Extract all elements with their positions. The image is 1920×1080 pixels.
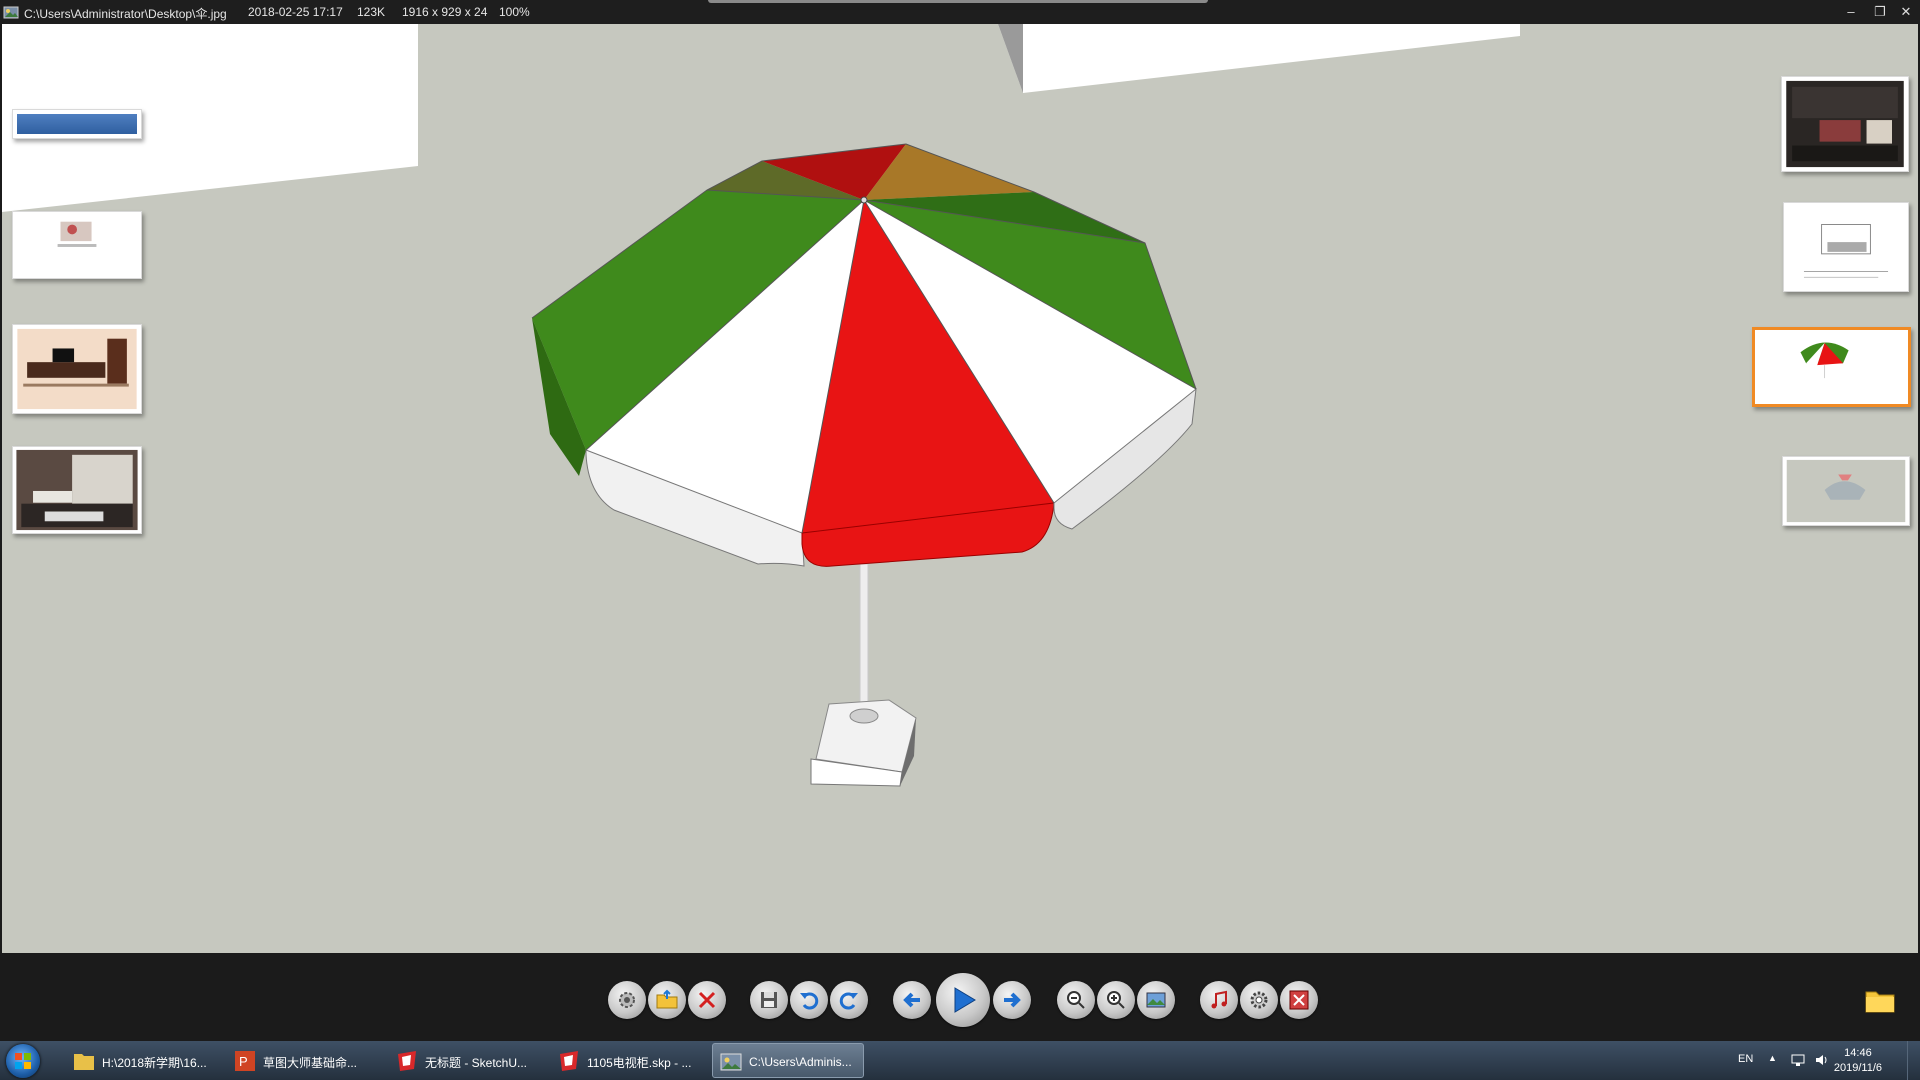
start-button[interactable] [6,1044,40,1078]
zoom-level: 100% [499,5,530,19]
next-arrow-icon [1004,992,1021,1008]
show-desktop-button[interactable] [1907,1041,1920,1080]
save-button[interactable] [750,981,788,1019]
image-icon [1146,992,1166,1008]
taskbar-item-sketchup-tv-cabinet[interactable]: 1105电视柜.skp - ... [551,1043,703,1078]
music-button[interactable] [1200,981,1238,1019]
file-date: 2018-02-25 17:17 [248,5,343,19]
network-icon[interactable] [1790,1053,1806,1067]
clock-time: 14:46 [1844,1047,1872,1059]
fullscreen-icon [1289,990,1309,1010]
previous-arrow-icon [903,992,920,1008]
delete-button[interactable] [688,981,726,1019]
folder-icon [74,1054,94,1070]
sketchup-icon [398,1051,416,1071]
folder-icon[interactable] [1864,986,1896,1014]
file-path: C:\Users\Administrator\Desktop\伞.jpg [24,7,227,21]
play-icon [954,987,976,1013]
fullscreen-button[interactable] [1280,981,1318,1019]
clock-date: 2019/11/6 [1833,1062,1882,1074]
powerpoint-icon: P [235,1051,255,1071]
title-bar: C:\Users\Administrator\Desktop\伞.jpg 201… [0,0,1920,24]
svg-text:P: P [239,1054,248,1069]
file-size: 123K [357,5,386,19]
zoom-out-icon [1067,991,1085,1009]
settings-icon [619,992,635,1008]
music-icon [1211,990,1227,1009]
minimize-button[interactable]: – [1840,2,1862,22]
restore-button[interactable]: ❐ [1869,2,1891,22]
task-label: 1105电视柜.skp - ... [587,1056,692,1070]
image-canvas[interactable] [2,24,1918,953]
windows-taskbar: H:\2018新学期\16... P 草图大师基础命... 无标题 - Sket… [0,1041,1920,1080]
taskbar-item-explorer[interactable]: H:\2018新学期\16... [66,1043,218,1078]
open-folder-button[interactable] [648,981,686,1019]
zoom-in-icon [1107,991,1125,1009]
image-viewer-icon [3,6,19,19]
thumbnail-scroll-handle[interactable] [708,0,1208,3]
next-button[interactable] [993,981,1031,1019]
image-viewer-icon [720,1053,742,1071]
windows-logo-icon [15,1053,31,1069]
rotate-left-button[interactable] [790,981,828,1019]
zoom-out-button[interactable] [1057,981,1095,1019]
save-icon [761,992,777,1008]
input-language[interactable]: EN [1738,1053,1753,1065]
options-button[interactable] [1240,981,1278,1019]
rotate-right-icon [839,992,858,1010]
close-button[interactable]: ✕ [1895,2,1917,22]
tray-expand-icon[interactable]: ▲ [1768,1053,1777,1063]
task-label: C:\Users\Adminis... [749,1055,852,1069]
task-label: 无标题 - SketchU... [425,1056,528,1070]
taskbar-item-powerpoint[interactable]: P 草图大师基础命... [227,1043,379,1078]
volume-icon[interactable] [1814,1053,1830,1067]
taskbar-item-image-viewer[interactable]: C:\Users\Adminis... [712,1043,864,1078]
settings-button[interactable] [608,981,646,1019]
task-label: 草图大师基础命... [263,1056,358,1070]
gear-icon [1250,991,1268,1009]
image-dimensions: 1916 x 929 x 24 [402,5,488,19]
sketchup-icon [560,1051,578,1071]
task-label: H:\2018新学期\16... [102,1056,207,1070]
taskbar-item-sketchup-untitled[interactable]: 无标题 - SketchU... [389,1043,541,1078]
previous-button[interactable] [893,981,931,1019]
rotate-right-button[interactable] [830,981,868,1019]
tray-clock[interactable]: 14:46 2019/11/6 [1834,1046,1882,1076]
viewer-toolbar [0,953,1920,1041]
zoom-in-button[interactable] [1097,981,1135,1019]
umbrella-image [531,143,1197,787]
slideshow-play-button[interactable] [936,973,990,1027]
rotate-left-icon [800,992,819,1010]
wallpaper-button[interactable] [1137,981,1175,1019]
open-folder-icon [656,989,678,1009]
delete-icon [698,991,716,1009]
